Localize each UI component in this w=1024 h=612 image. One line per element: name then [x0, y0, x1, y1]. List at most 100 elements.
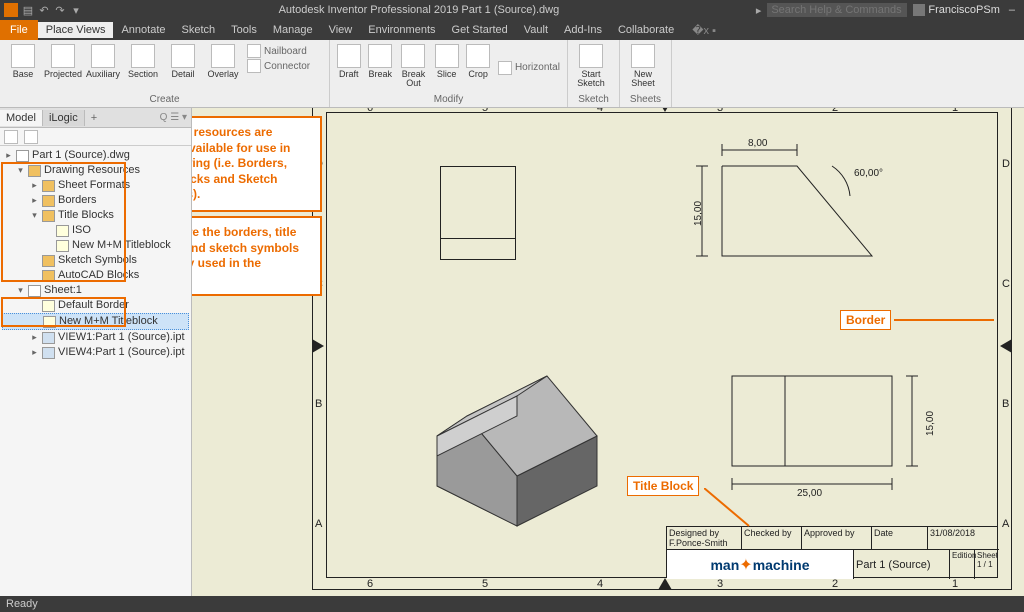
cmd-start-sketch[interactable]: Start Sketch: [572, 42, 610, 93]
tb-part-name: Part 1 (Source): [853, 549, 949, 579]
tree-drawres[interactable]: Drawing Resources: [44, 163, 140, 178]
tab-extra[interactable]: �х ▪: [684, 22, 724, 39]
tb-edition: Edition: [949, 549, 974, 579]
cmd-projected[interactable]: Projected: [44, 42, 82, 93]
minimize-icon[interactable]: –: [1006, 4, 1018, 16]
cmd-breakout[interactable]: Break Out: [397, 42, 430, 93]
tab-view[interactable]: View: [321, 22, 361, 38]
ruler-top-3: 3: [717, 108, 723, 114]
ruler-left-b: B: [315, 398, 322, 410]
qat-redo-icon[interactable]: ↷: [54, 4, 66, 16]
file-tab[interactable]: File: [0, 20, 38, 40]
tree-iso[interactable]: ISO: [72, 223, 91, 238]
cmd-base[interactable]: Base: [4, 42, 42, 93]
tab-manage[interactable]: Manage: [265, 22, 321, 38]
ruler-bot-2: 2: [832, 578, 838, 590]
qat-more-icon[interactable]: ▾: [70, 4, 82, 16]
ruler-left-a: A: [315, 518, 322, 530]
tree-newtb[interactable]: New M+M Titleblock: [72, 238, 171, 253]
tb-date-label: Date: [871, 527, 927, 549]
tab-vault[interactable]: Vault: [516, 22, 556, 38]
cmd-auxiliary[interactable]: Auxiliary: [84, 42, 122, 93]
qat-open-icon[interactable]: ▤: [22, 4, 34, 16]
dim-top-angle: 60,00°: [854, 168, 883, 179]
window-title: Autodesk Inventor Professional 2019 Part…: [82, 4, 756, 16]
tab-tools[interactable]: Tools: [223, 22, 265, 38]
title-bar: ▤ ↶ ↷ ▾ Autodesk Inventor Professional 2…: [0, 0, 1024, 20]
cmd-nailboard[interactable]: Nailboard: [247, 44, 310, 58]
ruler-right-b: B: [1002, 398, 1009, 410]
browser-tool-2[interactable]: [24, 130, 38, 144]
cmd-horizontal[interactable]: Horizontal: [498, 61, 560, 75]
dim-top-height: 15,00: [693, 201, 704, 226]
tree-sksym[interactable]: Sketch Symbols: [58, 253, 137, 268]
tree-newtb2[interactable]: New M+M Titleblock: [59, 314, 158, 329]
dim-side-width: 25,00: [797, 488, 822, 499]
cmd-break[interactable]: Break: [366, 42, 396, 93]
tab-collaborate[interactable]: Collaborate: [610, 22, 682, 38]
cmd-section[interactable]: Section: [124, 42, 162, 93]
dim-side-height: 15,00: [925, 411, 936, 436]
browser-tab-model[interactable]: Model: [0, 110, 43, 126]
center-mark-bot-icon: [658, 578, 672, 590]
ribbon-group-modify: Modify: [330, 93, 567, 107]
tree-view4[interactable]: VIEW4:Part 1 (Source).ipt: [58, 345, 185, 360]
browser-add-tab[interactable]: +: [85, 110, 103, 126]
help-search-input[interactable]: [767, 3, 907, 17]
tree-titleblocks[interactable]: Title Blocks: [58, 208, 114, 223]
drawing-canvas[interactable]: 6 5 4 3 2 1 6 5 4 3 2 1 D C B A D C B A: [192, 108, 1024, 596]
status-bar: Ready: [0, 596, 1024, 612]
ruler-top-5: 5: [482, 108, 488, 114]
title-block[interactable]: Designed byF.Ponce-Smith Checked by Appr…: [666, 526, 998, 578]
tab-get-started[interactable]: Get Started: [444, 22, 516, 38]
view-isometric[interactable]: [377, 366, 617, 566]
qat-undo-icon[interactable]: ↶: [38, 4, 50, 16]
tree-view1[interactable]: VIEW1:Part 1 (Source).ipt: [58, 330, 185, 345]
cmd-crop[interactable]: Crop: [463, 42, 493, 93]
tree-sheetfmt[interactable]: Sheet Formats: [58, 178, 130, 193]
callout-titleblock-line: [704, 488, 754, 528]
tab-addins[interactable]: Add-Ins: [556, 22, 610, 38]
view-top-right[interactable]: [682, 136, 912, 286]
tree-defborder[interactable]: Default Border: [58, 298, 129, 313]
tree-borders[interactable]: Borders: [58, 193, 97, 208]
tb-designed-label: Designed by: [669, 528, 719, 538]
cmd-detail[interactable]: Detail: [164, 42, 202, 93]
tree-root[interactable]: Part 1 (Source).dwg: [32, 148, 130, 163]
cmd-slice[interactable]: Slice: [432, 42, 462, 93]
ruler-right-d: D: [1002, 158, 1010, 170]
tree-acad[interactable]: AutoCAD Blocks: [58, 268, 139, 283]
ruler-top-1: 1: [952, 108, 958, 114]
callout-border-line: [894, 319, 994, 321]
tree-sheet1[interactable]: Sheet:1: [44, 283, 82, 298]
tb-date-val: 31/08/2018: [927, 527, 999, 549]
view-front[interactable]: [440, 166, 516, 260]
cmd-draft[interactable]: Draft: [334, 42, 364, 93]
user-icon: [913, 4, 925, 16]
tab-environments[interactable]: Environments: [360, 22, 443, 38]
tab-annotate[interactable]: Annotate: [113, 22, 173, 38]
browser-tree[interactable]: ▸Part 1 (Source).dwg ▾Drawing Resources …: [0, 146, 191, 596]
ruler-bot-3: 3: [717, 578, 723, 590]
cmd-connector[interactable]: Connector: [247, 59, 310, 73]
ruler-bot-5: 5: [482, 578, 488, 590]
dim-top-width: 8,00: [748, 138, 767, 149]
browser-tab-ilogic[interactable]: iLogic: [43, 110, 85, 126]
tab-place-views[interactable]: Place Views: [38, 22, 114, 38]
browser-tool-1[interactable]: [4, 130, 18, 144]
status-text: Ready: [6, 598, 38, 610]
browser-search[interactable]: Q ☰ ▾: [156, 112, 191, 123]
tab-sketch[interactable]: Sketch: [174, 22, 224, 38]
callout-titleblock: Title Block: [627, 476, 699, 496]
tb-designed-val: F.Ponce-Smith: [669, 538, 728, 548]
ruler-top-6: 6: [367, 108, 373, 114]
view-side[interactable]: [722, 366, 952, 506]
tb-sheet: Sheet1 / 1: [974, 549, 999, 579]
user-menu[interactable]: FranciscoPSm: [913, 4, 1000, 16]
cmd-overlay[interactable]: Overlay: [204, 42, 242, 93]
cmd-new-sheet[interactable]: New Sheet: [624, 42, 662, 93]
center-mark-left-icon: [312, 339, 324, 353]
ruler-top-4: 4: [597, 108, 603, 114]
model-browser: Model iLogic + Q ☰ ▾ ▸Part 1 (Source).dw…: [0, 108, 192, 596]
ruler-bot-6: 6: [367, 578, 373, 590]
